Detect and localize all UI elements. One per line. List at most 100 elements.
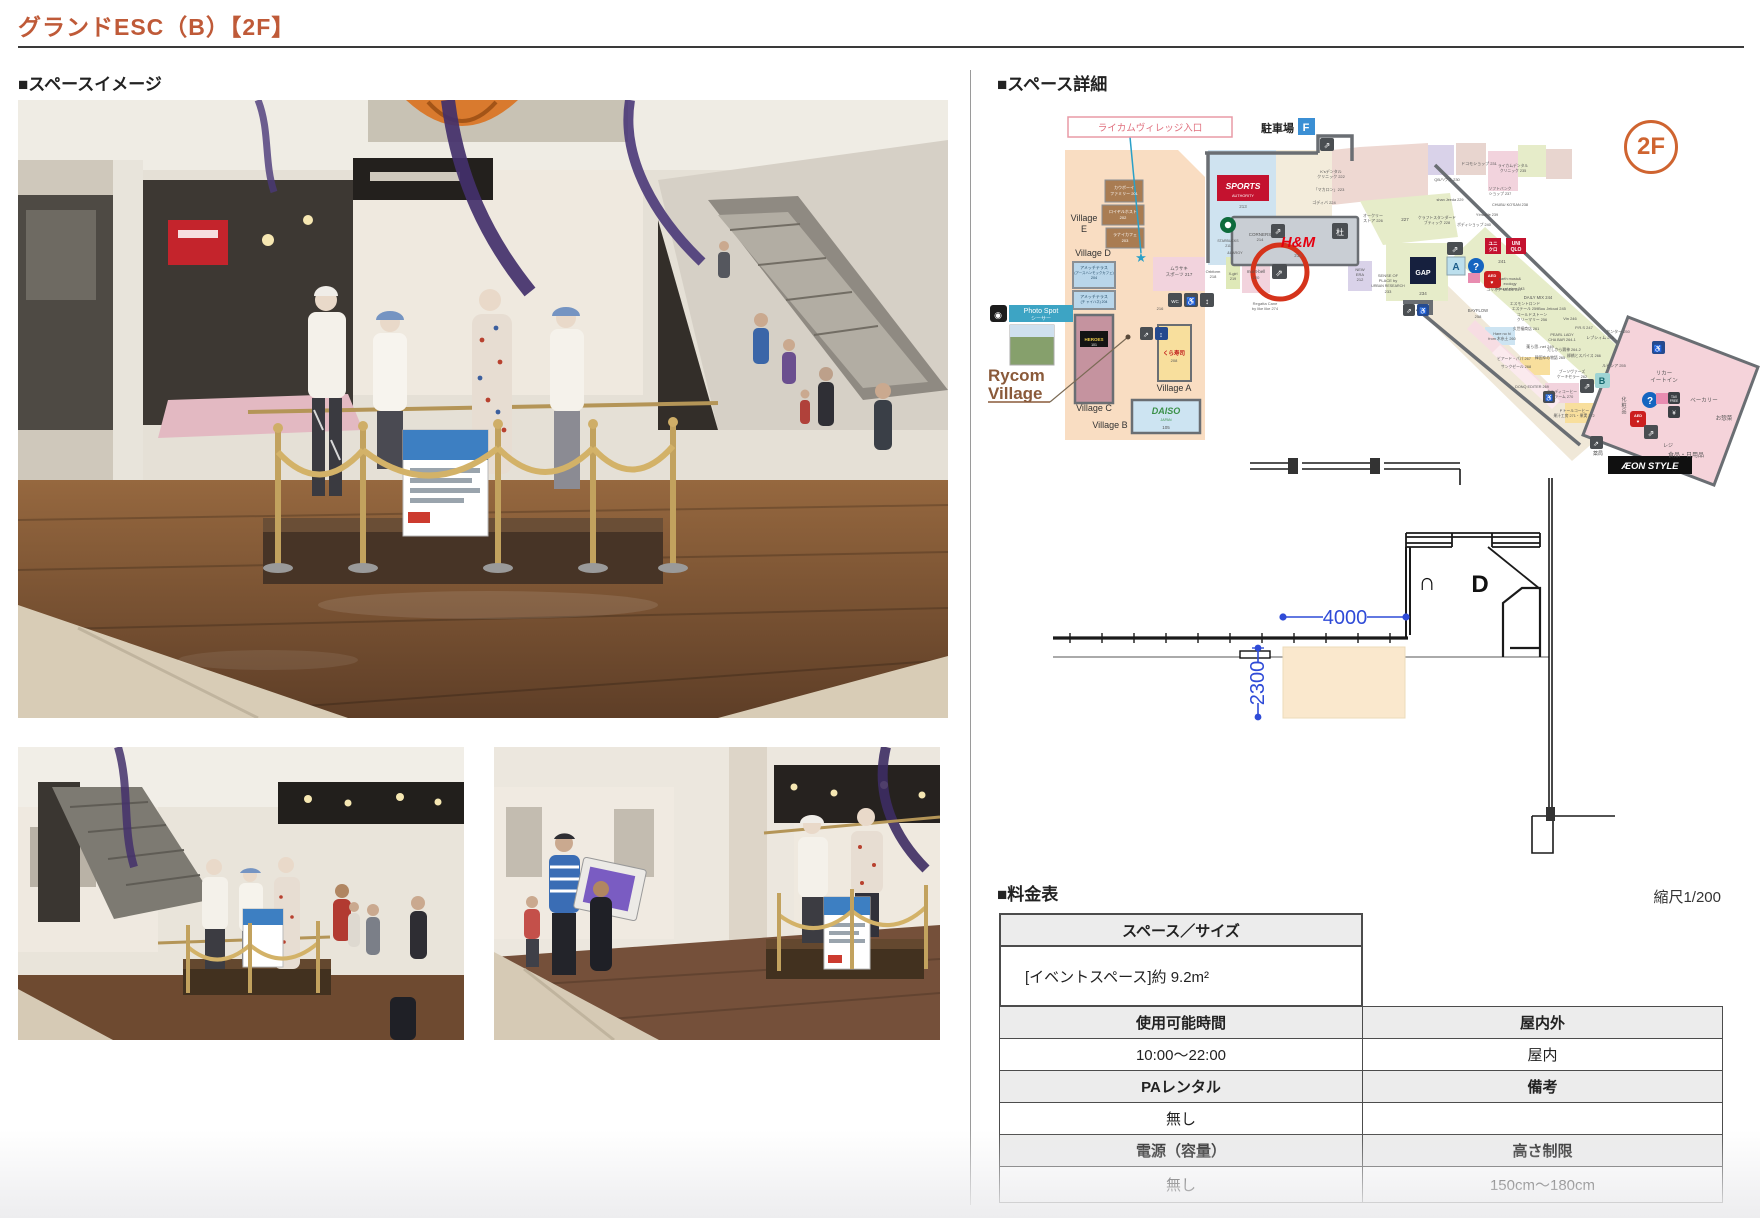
daiso-label: DAISO bbox=[1152, 406, 1181, 416]
map-label: QBハウス 230 bbox=[1434, 176, 1460, 182]
map-label: 204 bbox=[1091, 276, 1097, 280]
map-label: CHA BAR 264-1 bbox=[1548, 338, 1575, 342]
starbucks-icon-dot bbox=[1225, 222, 1231, 228]
map-label: エステール 259 bbox=[1512, 306, 1538, 311]
dimension-4000: 4000 bbox=[1279, 607, 1409, 629]
map-label: shan Jeeda 229 bbox=[1436, 198, 1463, 202]
size-value-cell: [イベントスペース]約 9.2m² bbox=[1001, 947, 1361, 1005]
elevator-glyph: ↕ bbox=[1159, 332, 1163, 339]
escalator-glyph: ⇗ bbox=[1275, 227, 1282, 236]
map-label: サンクゼール 268 bbox=[1501, 364, 1531, 369]
map-label: 227 bbox=[1401, 217, 1409, 222]
plaza-label: 杜 bbox=[1336, 227, 1344, 237]
heroes-label: HEROES bbox=[1084, 337, 1103, 342]
service-pink bbox=[1656, 393, 1668, 404]
escalator-glyph: ⇗ bbox=[1324, 141, 1331, 150]
door-symbol: ∩ bbox=[1418, 569, 1435, 596]
map-label: PLACE by bbox=[1379, 278, 1397, 283]
fee-table-size-block: スペース／サイズ [イベントスペース]約 9.2m² bbox=[999, 913, 1363, 1007]
map-label: Village A bbox=[1157, 383, 1192, 393]
parking-letter: F bbox=[1303, 122, 1310, 134]
width-dimension-label: 4000 bbox=[1323, 607, 1368, 629]
map-label: レジ bbox=[1663, 443, 1673, 449]
map-label: 211 bbox=[1225, 244, 1231, 248]
map-label: ショップ 237 bbox=[1489, 191, 1512, 196]
corner-wall bbox=[1406, 547, 1410, 638]
wc-glyph: WC bbox=[1171, 299, 1179, 304]
band-mosaic bbox=[1546, 149, 1572, 179]
map-label: スポーツ 217 bbox=[1166, 271, 1193, 277]
escalator-glyph: ⇗ bbox=[1584, 382, 1591, 391]
map-label: Village B bbox=[1092, 420, 1127, 430]
sub-photo-left-art bbox=[18, 747, 464, 1040]
map-label: ベーカリー bbox=[1690, 397, 1718, 404]
map-label: ブティック 228 bbox=[1424, 220, 1450, 225]
sports-authority-label: SPORTS bbox=[1226, 181, 1261, 191]
escalator-glyph: ⇗ bbox=[1143, 332, 1149, 339]
map-label: アメッチテラス bbox=[1080, 264, 1108, 270]
map-label: 212 bbox=[1357, 277, 1364, 282]
map-label: ファーム 270 bbox=[1551, 394, 1573, 399]
gate-leaf bbox=[1240, 651, 1270, 658]
map-label: from 木糸土 260 bbox=[1488, 336, 1515, 341]
map-label: JAPAN bbox=[1160, 418, 1171, 422]
map-label: 258 bbox=[1475, 314, 1482, 319]
map-label: クリーマリー 256 bbox=[1517, 317, 1547, 322]
map-label: X-girl bbox=[1229, 272, 1238, 276]
service-pink bbox=[1468, 273, 1480, 283]
scale-note: 縮尺1/200 bbox=[1561, 886, 1721, 907]
map-label: レプシィム 248 bbox=[1586, 334, 1615, 340]
aed-label: AED bbox=[1488, 273, 1497, 278]
entrance-label: ライカムヴィレッジ入口 bbox=[1098, 122, 1203, 134]
rycom-leader-dot bbox=[1126, 335, 1131, 340]
map-label: 241 bbox=[1498, 259, 1506, 264]
map-label: Y!mobile 239 bbox=[1476, 213, 1498, 217]
map-label: だしから醤神 264-2 bbox=[1547, 347, 1581, 352]
map-label: 216 bbox=[1157, 306, 1164, 311]
map-label: 234 bbox=[1419, 291, 1427, 296]
floor-map: ライカムヴィレッジ入口駐車場F★VillageEカウボーイファミリー 201ロイ… bbox=[980, 105, 1760, 490]
escalator-structure bbox=[1503, 588, 1540, 657]
info-icon: ? bbox=[1647, 396, 1653, 407]
map-label: シーサー bbox=[1031, 316, 1051, 322]
map-label: 柳橋とスパイス 266 bbox=[1567, 353, 1601, 358]
info-icon: ? bbox=[1473, 262, 1479, 273]
gap-label: GAP bbox=[1415, 270, 1431, 277]
map-label: QLO bbox=[1511, 247, 1522, 253]
pa-rental-header: PAレンタル bbox=[999, 1070, 1363, 1103]
map-label: Vin 246 bbox=[1563, 316, 1577, 321]
map-label: 105 bbox=[1162, 425, 1170, 430]
map-label: (アースハンモックカフェ) bbox=[1074, 270, 1113, 275]
map-label: 203 bbox=[1122, 238, 1129, 243]
map-label: 101 bbox=[1091, 343, 1097, 347]
map-label: &LARGY bbox=[1227, 251, 1243, 255]
hm-label: H&M bbox=[1281, 234, 1316, 251]
map-label: Hare no hi bbox=[1493, 332, 1511, 336]
rycom-village-label: Rycom bbox=[988, 366, 1045, 385]
map-label: ドコモショップ 231 bbox=[1461, 160, 1498, 166]
wall-jamb bbox=[1370, 458, 1380, 474]
band-pink-row bbox=[1332, 143, 1428, 205]
map-label: ボディショップ 240 bbox=[1457, 222, 1491, 227]
escalator-glyph: ⇗ bbox=[1275, 268, 1283, 278]
map-label: ゴディバ 224 bbox=[1312, 199, 1336, 205]
map-label: URBAN RESEARCH bbox=[1371, 284, 1405, 288]
map-label: ドトールコーヒー bbox=[1559, 408, 1590, 413]
section-price-table: ■料金表 bbox=[997, 880, 1058, 905]
size-header-cell: スペース／サイズ bbox=[1001, 915, 1361, 947]
map-label: ストア 226 bbox=[1363, 218, 1384, 223]
map-label: mont-bell bbox=[1247, 269, 1266, 274]
map-label: ♥ bbox=[1637, 419, 1640, 424]
map-label: (チ ャイハネ) 204 bbox=[1081, 299, 1108, 304]
map-label: カウボーイ bbox=[1114, 184, 1134, 190]
escalator-glyph: ⇗ bbox=[1593, 441, 1599, 448]
starbucks-label: STARBUCKS bbox=[1217, 239, 1239, 243]
map-label: ラナイカフェ bbox=[1113, 231, 1137, 237]
map-label: クリニック 222 bbox=[1317, 173, 1346, 179]
map-label: BAYFLOW bbox=[1468, 308, 1488, 313]
map-label: ファミリー 201 bbox=[1110, 191, 1139, 196]
map-label: by like like 274 bbox=[1252, 306, 1279, 311]
map-label: ルピシア 255 bbox=[1602, 363, 1627, 368]
map-label: Village bbox=[1071, 213, 1098, 223]
map-label: 215 bbox=[1294, 253, 1302, 258]
